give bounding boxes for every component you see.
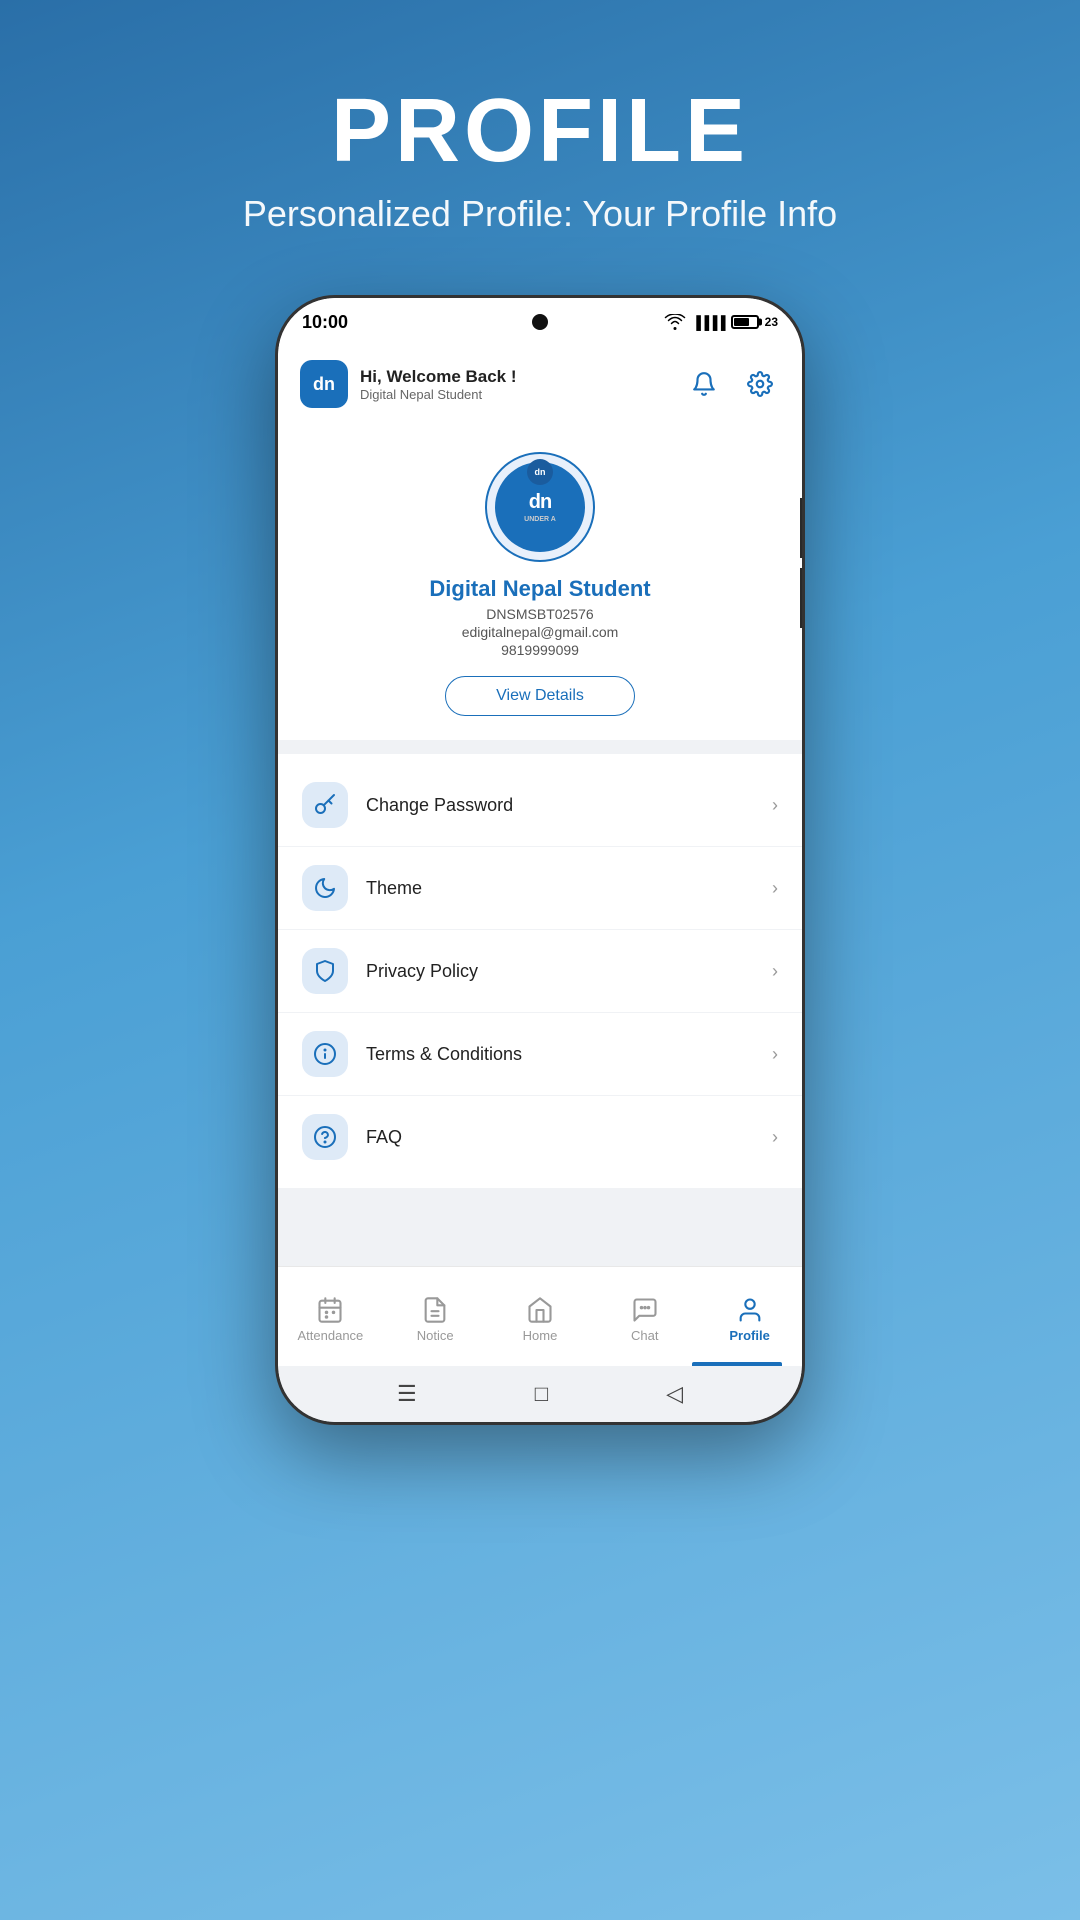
privacy-icon-wrap (302, 948, 348, 994)
shield-icon (313, 959, 337, 983)
terms-chevron: › (772, 1044, 778, 1065)
page-subtitle: Personalized Profile: Your Profile Info (243, 193, 837, 235)
faq-label: FAQ (366, 1127, 772, 1148)
camera-dot (532, 314, 548, 330)
info-icon (313, 1042, 337, 1066)
phone-frame: 10:00 ▐▐▐▐ 23 (275, 295, 805, 1425)
view-details-button[interactable]: View Details (445, 676, 635, 716)
status-time: 10:00 (302, 312, 348, 333)
battery-icon (731, 315, 759, 329)
notification-button[interactable] (684, 364, 724, 404)
app-header-icons (684, 364, 780, 404)
nav-item-notice[interactable]: Notice (383, 1290, 488, 1343)
menu-gesture-icon[interactable]: ☰ (397, 1381, 417, 1407)
app-welcome: Hi, Welcome Back ! Digital Nepal Student (360, 367, 517, 402)
app-logo: dn (300, 360, 348, 408)
welcome-title: Hi, Welcome Back ! (360, 367, 517, 387)
menu-item-theme[interactable]: Theme › (278, 847, 802, 930)
attendance-icon (316, 1296, 344, 1324)
theme-label: Theme (366, 878, 772, 899)
menu-item-faq[interactable]: FAQ › (278, 1096, 802, 1178)
avatar-badge: dn (527, 459, 553, 485)
nav-active-indicator (692, 1362, 782, 1366)
home-nav-label: Home (523, 1328, 558, 1343)
main-content: dn dn UNDER A Digital Nepal Student DNSM… (278, 422, 802, 1266)
bell-icon (691, 371, 717, 397)
battery-fill (734, 318, 749, 326)
theme-chevron: › (772, 878, 778, 899)
profile-phone: 9819999099 (501, 642, 579, 658)
status-bar: 10:00 ▐▐▐▐ 23 (278, 298, 802, 346)
profile-email: edigitalnepal@gmail.com (462, 624, 619, 640)
nav-item-chat[interactable]: Chat (592, 1290, 697, 1343)
chat-icon (631, 1296, 659, 1324)
theme-icon-wrap (302, 865, 348, 911)
app-header: dn Hi, Welcome Back ! Digital Nepal Stud… (278, 346, 802, 422)
wifi-icon (664, 314, 686, 330)
notice-nav-label: Notice (417, 1328, 454, 1343)
key-icon (313, 793, 337, 817)
nav-item-home[interactable]: Home (488, 1290, 593, 1343)
avatar-text: dn (529, 491, 551, 514)
app-logo-area: dn Hi, Welcome Back ! Digital Nepal Stud… (300, 360, 517, 408)
welcome-sub: Digital Nepal Student (360, 387, 517, 402)
profile-nav-icon (736, 1296, 764, 1324)
status-icons: ▐▐▐▐ 23 (664, 314, 778, 330)
avatar: dn dn UNDER A (485, 452, 595, 562)
notice-icon (421, 1296, 449, 1324)
question-icon (313, 1125, 337, 1149)
change-password-label: Change Password (366, 795, 772, 816)
profile-nav-label: Profile (729, 1328, 769, 1343)
home-gesture-icon[interactable]: □ (535, 1381, 548, 1407)
profile-id: DNSMSBT02576 (486, 606, 593, 622)
attendance-nav-label: Attendance (298, 1328, 364, 1343)
signal-indicator: ▐▐▐▐ (692, 315, 725, 330)
page-header: PROFILE Personalized Profile: Your Profi… (243, 80, 837, 235)
faq-chevron: › (772, 1127, 778, 1148)
back-gesture-icon[interactable]: ◁ (666, 1381, 683, 1407)
change-password-icon-wrap (302, 782, 348, 828)
avatar-under: UNDER A (524, 516, 556, 523)
volume-up-button (800, 498, 805, 558)
privacy-chevron: › (772, 961, 778, 982)
home-icon (526, 1296, 554, 1324)
bottom-nav: Attendance Notice Home (278, 1266, 802, 1366)
phone-gesture-bar: ☰ □ ◁ (278, 1366, 802, 1422)
page-title: PROFILE (243, 80, 837, 183)
profile-card: dn dn UNDER A Digital Nepal Student DNSM… (278, 422, 802, 740)
battery-label: 23 (765, 315, 778, 329)
privacy-policy-label: Privacy Policy (366, 961, 772, 982)
menu-item-privacy-policy[interactable]: Privacy Policy › (278, 930, 802, 1013)
chat-nav-label: Chat (631, 1328, 658, 1343)
avatar-inner: dn dn UNDER A (495, 462, 585, 552)
gear-icon (747, 371, 773, 397)
phone-screen: 10:00 ▐▐▐▐ 23 (278, 298, 802, 1422)
terms-conditions-label: Terms & Conditions (366, 1044, 772, 1065)
menu-section: Change Password › Theme › (278, 754, 802, 1188)
nav-item-attendance[interactable]: Attendance (278, 1290, 383, 1343)
terms-icon-wrap (302, 1031, 348, 1077)
faq-icon-wrap (302, 1114, 348, 1160)
volume-down-button (800, 568, 805, 628)
nav-item-profile[interactable]: Profile (697, 1290, 802, 1343)
settings-button[interactable] (740, 364, 780, 404)
menu-item-change-password[interactable]: Change Password › (278, 764, 802, 847)
moon-icon (313, 876, 337, 900)
menu-item-terms-conditions[interactable]: Terms & Conditions › (278, 1013, 802, 1096)
profile-name: Digital Nepal Student (429, 576, 650, 602)
change-password-chevron: › (772, 795, 778, 816)
